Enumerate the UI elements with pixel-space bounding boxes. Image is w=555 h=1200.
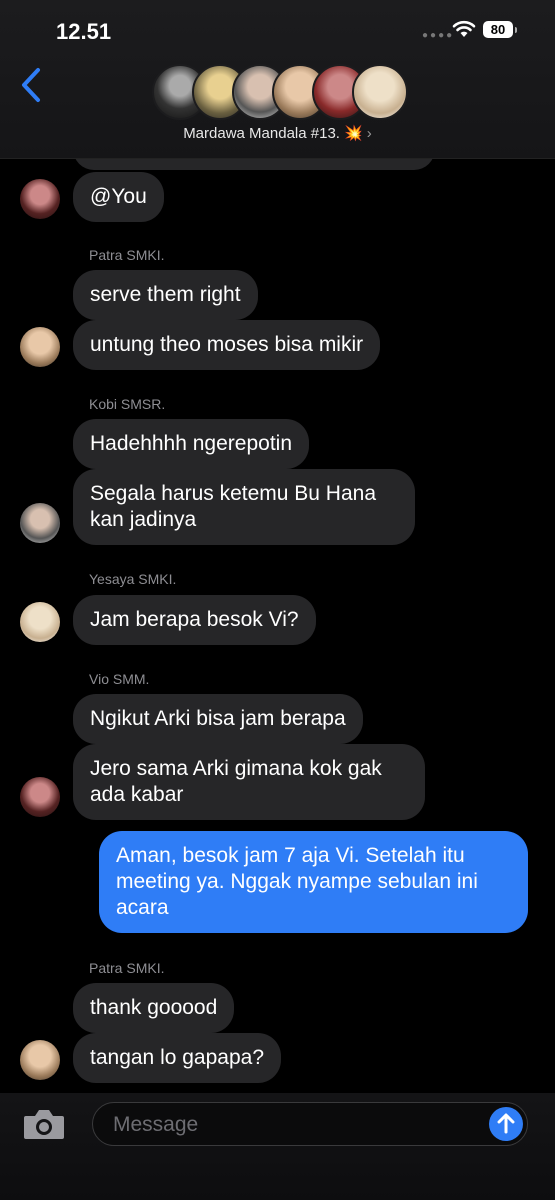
camera-icon[interactable] — [22, 1107, 66, 1141]
message-bubble[interactable]: Hadehhhh ngerepotin — [73, 419, 310, 469]
message-bubble[interactable]: Segala harus ketemu Bu Hana kan jadinya — [73, 469, 415, 545]
signal-dots-icon: ●●●● — [422, 30, 455, 41]
sender-name: Vio SMM. — [89, 671, 150, 687]
group-name: Mardawa Mandala #13. 💥 — [183, 125, 363, 142]
group-avatars[interactable] — [152, 64, 408, 120]
member-avatar[interactable] — [352, 64, 408, 120]
message-bubble[interactable]: @You — [73, 172, 164, 222]
battery-icon: 80 — [483, 21, 517, 38]
sender-name: Patra SMKI. — [89, 247, 165, 263]
contact-avatar[interactable] — [20, 602, 60, 642]
wifi-icon — [452, 20, 476, 37]
message-bubble[interactable]: tangan lo gapapa? — [73, 1033, 281, 1083]
message-field[interactable] — [92, 1102, 528, 1147]
contact-avatar[interactable] — [20, 777, 60, 817]
sender-name: Yesaya SMKI. — [89, 571, 177, 587]
my-message-bubble[interactable]: Aman, besok jam 7 aja Vi. Setelah itu me… — [99, 831, 528, 933]
contact-avatar[interactable] — [20, 327, 60, 367]
message-bubble[interactable]: Jam berapa besok Vi? — [73, 595, 316, 645]
message-bubble[interactable]: Ngikut Arki bisa jam berapa — [73, 694, 363, 744]
contact-avatar[interactable] — [20, 1040, 60, 1080]
message-bubble[interactable]: Jero sama Arki gimana kok gak ada kabar — [73, 744, 425, 820]
contact-avatar[interactable] — [20, 179, 60, 219]
chevron-left-icon[interactable] — [18, 66, 44, 104]
message-bubble[interactable]: serve them right — [73, 270, 258, 320]
contact-avatar[interactable] — [20, 503, 60, 543]
sender-name: Patra SMKI. — [89, 960, 165, 976]
status-time: 12.51 — [56, 19, 112, 44]
chevron-right-icon: › — [366, 125, 372, 142]
message-list[interactable]: @You Patra SMKI. serve them right untung… — [0, 0, 555, 1200]
sender-name: Kobi SMSR. — [89, 396, 166, 412]
message-bubble[interactable]: thank gooood — [73, 983, 235, 1033]
group-title[interactable]: Mardawa Mandala #13. 💥 › — [0, 124, 555, 142]
message-input[interactable] — [111, 1103, 475, 1147]
send-arrow-icon — [497, 1113, 515, 1134]
composer-bar — [0, 1093, 555, 1200]
message-bubble[interactable]: untung theo moses bisa mikir — [73, 320, 381, 370]
send-button[interactable] — [489, 1107, 523, 1141]
conversation-header: 12.51 ●●●● 80 Mardawa Mandala #13. 💥 › — [0, 0, 555, 159]
